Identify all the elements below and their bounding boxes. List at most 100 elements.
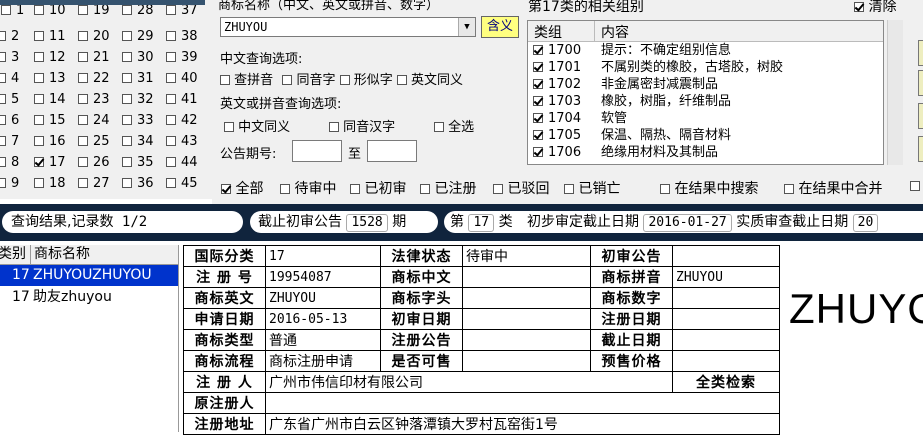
checkbox-icon[interactable] bbox=[564, 184, 574, 194]
class-30-checkbox[interactable]: 30 bbox=[122, 47, 154, 68]
checkbox-icon[interactable] bbox=[0, 115, 6, 125]
checkbox-icon[interactable] bbox=[0, 31, 6, 41]
class-20-checkbox[interactable]: 20 bbox=[78, 26, 110, 47]
class-39-checkbox[interactable]: 39 bbox=[166, 47, 198, 68]
checkbox-icon[interactable] bbox=[910, 181, 920, 191]
checkbox-icon[interactable] bbox=[78, 94, 88, 104]
checkbox-icon[interactable] bbox=[166, 73, 176, 83]
side-button-1[interactable] bbox=[918, 40, 923, 66]
checkbox-icon[interactable] bbox=[1, 5, 11, 15]
side-button-2[interactable] bbox=[918, 70, 923, 96]
class-18-checkbox[interactable]: 18 bbox=[34, 173, 66, 194]
class-21-checkbox[interactable]: 21 bbox=[78, 47, 110, 68]
class-2-checkbox[interactable]: 2 bbox=[0, 26, 19, 47]
filter-registered[interactable]: 已注册 bbox=[420, 178, 476, 198]
class-43-checkbox[interactable]: 43 bbox=[166, 131, 198, 152]
checkbox-icon[interactable] bbox=[122, 115, 132, 125]
class-38-checkbox[interactable]: 38 bbox=[166, 26, 198, 47]
class-11-checkbox[interactable]: 11 bbox=[34, 26, 66, 47]
cn-option-similar-shape[interactable]: 形似字 bbox=[339, 73, 393, 88]
class-22-checkbox[interactable]: 22 bbox=[78, 68, 110, 89]
class-6-checkbox[interactable]: 6 bbox=[0, 110, 19, 131]
filter-rejected[interactable]: 已驳回 bbox=[493, 178, 549, 198]
checkbox-icon[interactable] bbox=[533, 113, 543, 123]
class-28-checkbox[interactable]: 28 bbox=[122, 5, 154, 18]
trademark-name-combobox[interactable]: ZHUYOU ▼ bbox=[220, 17, 476, 37]
en-option-cn-synonym[interactable]: 中文同义 bbox=[224, 116, 290, 135]
checkbox-icon[interactable] bbox=[34, 94, 44, 104]
checkbox-icon[interactable] bbox=[122, 94, 132, 104]
search-in-results[interactable]: 在结果中搜索 bbox=[660, 178, 758, 198]
checkbox-icon[interactable] bbox=[34, 73, 44, 83]
checkbox-icon[interactable] bbox=[122, 157, 132, 167]
checkbox-icon[interactable] bbox=[350, 184, 360, 194]
checkbox-icon[interactable] bbox=[533, 96, 543, 106]
class-44-checkbox[interactable]: 44 bbox=[166, 152, 198, 173]
checkbox-icon[interactable] bbox=[78, 73, 88, 83]
cn-option-homophone[interactable]: 同音字 bbox=[282, 73, 335, 88]
class-14-checkbox[interactable]: 14 bbox=[34, 89, 66, 110]
group-row-1703[interactable]: 1703 橡胶，树脂，纤维制品 bbox=[528, 93, 883, 110]
class-34-checkbox[interactable]: 34 bbox=[122, 131, 154, 152]
class-35-checkbox[interactable]: 35 bbox=[122, 152, 154, 173]
checkbox-icon[interactable] bbox=[122, 52, 132, 62]
checkbox-icon[interactable] bbox=[122, 73, 132, 83]
result-row[interactable]: 17 助友zhuyou bbox=[0, 287, 178, 308]
clear-checkbox[interactable]: 清除 bbox=[854, 0, 896, 16]
en-option-homophone-hanzi[interactable]: 同音汉字 bbox=[329, 116, 395, 135]
class-19-checkbox[interactable]: 19 bbox=[78, 5, 110, 18]
checkbox-icon[interactable] bbox=[533, 45, 543, 55]
checkbox-icon[interactable] bbox=[34, 178, 44, 188]
class-12-checkbox[interactable]: 12 bbox=[34, 47, 66, 68]
class-24-checkbox[interactable]: 24 bbox=[78, 110, 110, 131]
class-3-checkbox[interactable]: 3 bbox=[0, 47, 19, 68]
checkbox-icon[interactable] bbox=[122, 31, 132, 41]
checkbox-icon[interactable] bbox=[34, 31, 44, 41]
filter-prelim[interactable]: 已初审 bbox=[350, 178, 406, 198]
checkbox-icon[interactable] bbox=[122, 178, 132, 188]
checkbox-icon[interactable] bbox=[854, 2, 864, 12]
checkbox-icon[interactable] bbox=[0, 52, 6, 62]
checkbox-icon[interactable] bbox=[221, 184, 231, 194]
filter-extra[interactable] bbox=[910, 178, 920, 194]
checkbox-icon[interactable] bbox=[166, 157, 176, 167]
class-23-checkbox[interactable]: 23 bbox=[78, 89, 110, 110]
class-25-checkbox[interactable]: 25 bbox=[78, 131, 110, 152]
group-scrollbar[interactable] bbox=[887, 20, 903, 165]
class-33-checkbox[interactable]: 33 bbox=[122, 110, 154, 131]
class-31-checkbox[interactable]: 31 bbox=[122, 68, 154, 89]
checkbox-icon[interactable] bbox=[78, 136, 88, 146]
checkbox-icon[interactable] bbox=[0, 136, 6, 146]
class-40-checkbox[interactable]: 40 bbox=[166, 68, 198, 89]
side-button-3[interactable] bbox=[918, 103, 923, 129]
class-17-checkbox[interactable]: 17 bbox=[34, 152, 66, 173]
checkbox-icon[interactable] bbox=[533, 62, 543, 72]
checkbox-icon[interactable] bbox=[0, 73, 6, 83]
group-row-1705[interactable]: 1705 保温、隔热、隔音材料 bbox=[528, 127, 883, 144]
en-option-select-all[interactable]: 全选 bbox=[434, 116, 474, 135]
checkbox-icon[interactable] bbox=[78, 52, 88, 62]
checkbox-icon[interactable] bbox=[166, 52, 176, 62]
class-1-checkbox[interactable]: 1 bbox=[1, 5, 24, 18]
period-from-input[interactable] bbox=[292, 140, 342, 162]
checkbox-icon[interactable] bbox=[0, 157, 6, 167]
dropdown-arrow-icon[interactable]: ▼ bbox=[458, 18, 475, 36]
checkbox-icon[interactable] bbox=[122, 5, 132, 15]
class-41-checkbox[interactable]: 41 bbox=[166, 89, 198, 110]
checkbox-icon[interactable] bbox=[34, 157, 44, 167]
checkbox-icon[interactable] bbox=[282, 75, 293, 85]
checkbox-icon[interactable] bbox=[220, 75, 230, 85]
checkbox-icon[interactable] bbox=[280, 184, 290, 194]
group-row-1706[interactable]: 1706 绝缘用材料及其制品 bbox=[528, 144, 883, 161]
checkbox-icon[interactable] bbox=[533, 147, 543, 157]
checkbox-icon[interactable] bbox=[78, 178, 88, 188]
filter-expired[interactable]: 已销亡 bbox=[564, 178, 620, 198]
flow-value[interactable]: 商标注册申请 bbox=[265, 350, 381, 372]
all-class-search-button[interactable]: 全类检索 bbox=[672, 371, 780, 393]
period-to-input[interactable] bbox=[367, 140, 417, 162]
side-button-4[interactable] bbox=[918, 136, 923, 162]
class-26-checkbox[interactable]: 26 bbox=[78, 152, 110, 173]
checkbox-icon[interactable] bbox=[660, 184, 670, 194]
checkbox-icon[interactable] bbox=[396, 75, 407, 85]
class-32-checkbox[interactable]: 32 bbox=[122, 89, 154, 110]
